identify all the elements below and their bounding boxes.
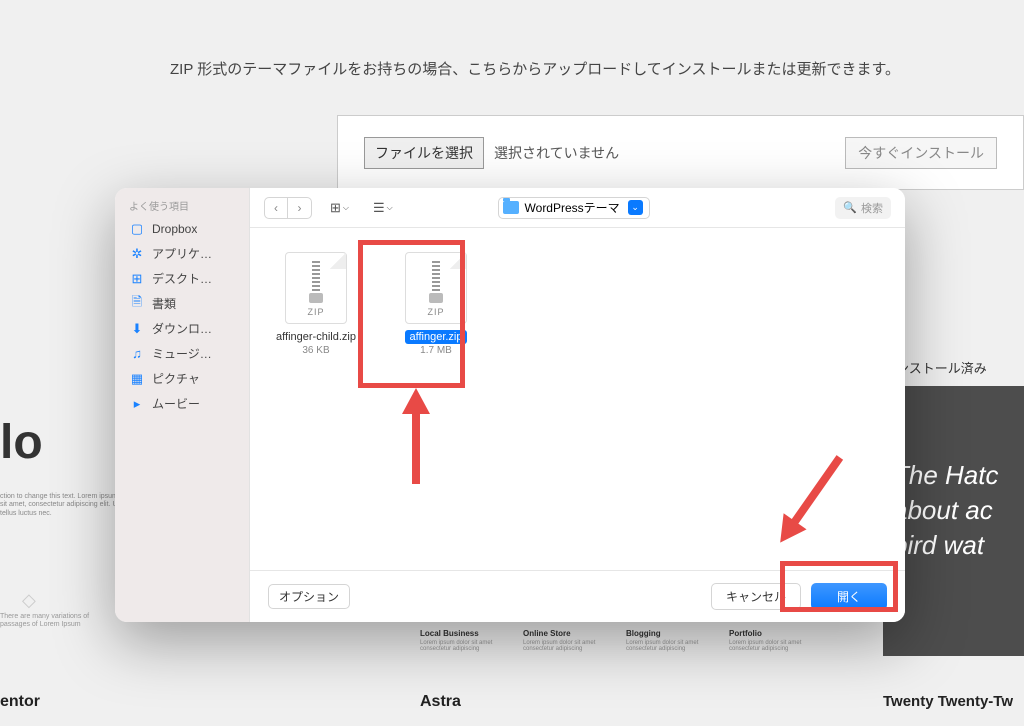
sidebar-item-music[interactable]: ♫ ミュージ… [115,341,249,366]
diamond-icon: ◇ [22,590,36,611]
folder-icon [503,201,519,214]
sidebar: よく使う項目 ▢ Dropbox ✲ アプリケ… ⊞ デスクト… 🗎 書類 ⬇ ダウンロ… ♫ ミュー… [115,188,249,622]
upload-box: ファイルを選択 選択されていません 今すぐインストール [337,115,1024,190]
install-now-button[interactable]: 今すぐインストール [845,137,997,169]
sidebar-item-pictures[interactable]: ▦ ピクチャ [115,366,249,391]
options-button[interactable]: オプション [268,584,350,609]
file-name: affinger-child.zip [272,330,360,344]
zip-file-icon: ZIP [405,252,467,324]
sidebar-item-download[interactable]: ⬇ ダウンロ… [115,316,249,341]
sidebar-item-dropbox[interactable]: ▢ Dropbox [115,217,249,241]
chevron-down-icon: ⌵ [343,203,349,213]
file-size: 1.7 MB [382,345,490,356]
sidebar-item-label: ミュージ… [152,345,212,362]
bg-twenty: Twenty Twenty-Tw [883,693,1013,710]
sidebar-item-label: Dropbox [152,222,197,236]
finder-dialog: よく使う項目 ▢ Dropbox ✲ アプリケ… ⊞ デスクト… 🗎 書類 ⬇ ダウンロ… ♫ ミュー… [115,188,905,622]
sidebar-item-label: デスクト… [152,270,212,287]
sidebar-item-label: 書類 [152,295,176,312]
file-grid: ZIP affinger-child.zip36 KB ZIP affinger.zi… [250,228,905,570]
view-mode-button[interactable]: ⊞⌵ [324,197,355,219]
bg-vari: There are many variations of passages of… [0,613,120,630]
bg-hello-text: ello [0,415,43,470]
cancel-button[interactable]: キャンセル [711,583,801,610]
download-icon: ⬇ [129,321,145,337]
movies-icon: ▸ [129,396,145,412]
bg-categories: Local BusinessLorem ipsum dolor sit amet… [420,629,804,652]
sidebar-item-label: ピクチャ [152,370,200,387]
forward-button[interactable]: › [288,197,312,219]
search-input[interactable]: 🔍 検索 [835,197,891,219]
path-label: WordPressテーマ [525,199,620,216]
dialog-footer: オプション キャンセル 開く [250,570,905,622]
group-icon: ☰ [373,200,385,216]
sidebar-title: よく使う項目 [115,198,249,217]
search-placeholder: 検索 [861,200,883,216]
file-status: 選択されていません [494,143,619,163]
file-item[interactable]: ZIP affinger-child.zip36 KB [262,252,370,356]
desktop-icon: ⊞ [129,271,145,287]
search-icon: 🔍 [843,201,857,214]
sidebar-item-label: ムービー [152,395,200,412]
sidebar-item-desktop[interactable]: ⊞ デスクト… [115,266,249,291]
file-item[interactable]: ZIP affinger.zip1.7 MB [382,252,490,356]
chevron-up-down-icon: ⌄ [628,200,643,215]
back-button[interactable]: ‹ [264,197,288,219]
dropbox-icon: ▢ [129,221,145,237]
file-size: 36 KB [262,345,370,356]
nav-buttons: ‹ › [264,197,312,219]
apps-icon: ✲ [129,246,145,262]
bg-astra: Astra [420,693,461,711]
sidebar-item-label: ダウンロ… [152,320,212,337]
sidebar-item-doc[interactable]: 🗎 書類 [115,291,249,316]
sidebar-item-movies[interactable]: ▸ ムービー [115,391,249,416]
grid-icon: ⊞ [330,200,341,216]
file-name: affinger.zip [405,330,466,344]
group-button[interactable]: ☰⌵ [367,197,399,219]
zip-file-icon: ZIP [285,252,347,324]
choose-file-button[interactable]: ファイルを選択 [364,137,484,169]
chevron-down-icon: ⌵ [387,203,393,213]
bg-entor: entor [0,693,40,711]
doc-icon: 🗎 [129,296,145,312]
finder-main: ‹ › ⊞⌵ ☰⌵ WordPressテーマ ⌄ 🔍 検索 ZIPaffinge… [249,188,905,622]
sidebar-item-apps[interactable]: ✲ アプリケ… [115,241,249,266]
upload-heading: ZIP 形式のテーマファイルをお持ちの場合、こちらからアップロードしてインストー… [170,58,1024,79]
path-selector[interactable]: WordPressテーマ ⌄ [498,197,650,219]
music-icon: ♫ [129,346,145,362]
open-button[interactable]: 開く [811,583,887,610]
sidebar-item-label: アプリケ… [152,245,212,262]
pictures-icon: ▦ [129,371,145,387]
toolbar: ‹ › ⊞⌵ ☰⌵ WordPressテーマ ⌄ 🔍 検索 [250,188,905,228]
